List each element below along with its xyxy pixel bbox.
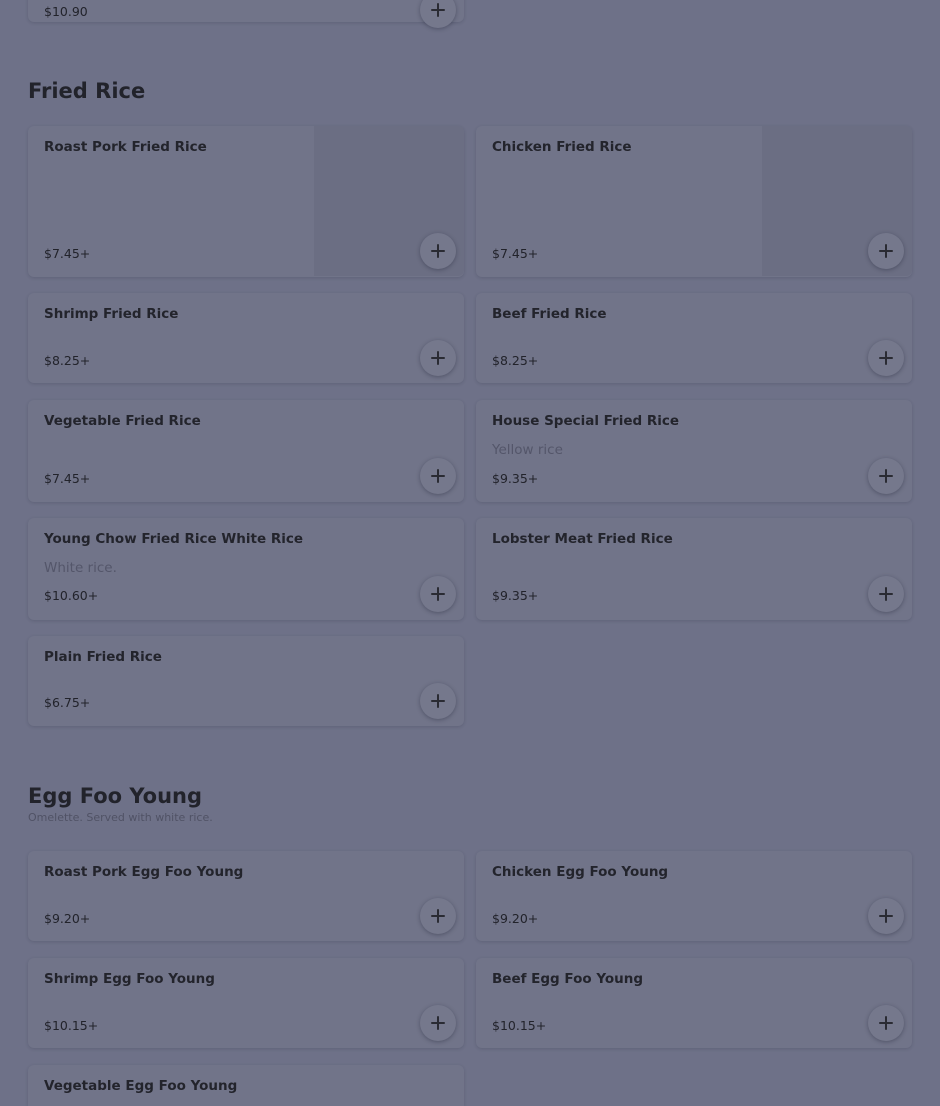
plus-icon xyxy=(879,351,893,365)
add-item-button[interactable] xyxy=(420,898,456,934)
plus-icon xyxy=(879,1016,893,1030)
item-name: Vegetable Egg Foo Young xyxy=(44,1078,238,1094)
item-name: Chicken Egg Foo Young xyxy=(492,864,669,880)
item-description: White rice. xyxy=(44,560,117,576)
item-name: Beef Egg Foo Young xyxy=(492,971,644,987)
menu-item-card[interactable]: Roast Pork Egg Foo Young $9.20+ xyxy=(28,851,464,941)
add-item-button[interactable] xyxy=(868,233,904,269)
menu-item-card[interactable]: Beef Egg Foo Young $10.15+ xyxy=(476,958,912,1048)
item-name: House Special Fried Rice xyxy=(492,413,680,429)
item-price: $7.45+ xyxy=(44,246,91,261)
menu-item-card[interactable]: Vegetable Fried Rice $7.45+ xyxy=(28,400,464,502)
menu-item-card[interactable]: Young Chow Fried Rice White Rice White r… xyxy=(28,518,464,620)
item-price: $10.90 xyxy=(44,4,88,19)
item-price: $7.45+ xyxy=(492,246,539,261)
item-name: Shrimp Fried Rice xyxy=(44,306,179,322)
item-name: Chicken Fried Rice xyxy=(492,139,632,155)
menu-item-card[interactable]: Beef Fried Rice $8.25+ xyxy=(476,293,912,383)
add-item-button[interactable] xyxy=(420,340,456,376)
add-item-button[interactable] xyxy=(420,576,456,612)
plus-icon xyxy=(431,694,445,708)
item-price: $8.25+ xyxy=(492,353,539,368)
item-price: $9.20+ xyxy=(492,911,539,926)
item-name: Plain Fried Rice xyxy=(44,649,162,665)
plus-icon xyxy=(879,469,893,483)
item-name: Roast Pork Fried Rice xyxy=(44,139,207,155)
item-name: Shrimp Egg Foo Young xyxy=(44,971,215,987)
menu-item-card[interactable]: Vegetable Egg Foo Young xyxy=(28,1065,464,1106)
plus-icon xyxy=(879,244,893,258)
item-name: Beef Fried Rice xyxy=(492,306,607,322)
add-item-button[interactable] xyxy=(868,340,904,376)
menu-item-card[interactable]: Lobster Meat Fried Rice $9.35+ xyxy=(476,518,912,620)
item-name: Roast Pork Egg Foo Young xyxy=(44,864,244,880)
item-name: Young Chow Fried Rice White Rice xyxy=(44,531,304,547)
section-description: Omelette. Served with white rice. xyxy=(28,811,213,824)
menu-item-card[interactable]: Plain Fried Rice $6.75+ xyxy=(28,636,464,726)
plus-icon xyxy=(431,587,445,601)
item-description: Yellow rice xyxy=(492,442,563,458)
section-title: Egg Foo Young xyxy=(28,784,203,808)
plus-icon xyxy=(431,909,445,923)
menu-item-card[interactable]: House Special Fried Rice Yellow rice $9.… xyxy=(476,400,912,502)
plus-icon xyxy=(879,587,893,601)
menu-item-card[interactable]: $10.90 xyxy=(28,0,464,28)
add-item-button[interactable] xyxy=(420,683,456,719)
plus-icon xyxy=(431,1016,445,1030)
item-price: $9.35+ xyxy=(492,471,539,486)
item-price: $10.60+ xyxy=(44,588,99,603)
add-item-button[interactable] xyxy=(420,1005,456,1041)
plus-icon xyxy=(879,909,893,923)
item-price: $10.15+ xyxy=(44,1018,99,1033)
item-name: Vegetable Fried Rice xyxy=(44,413,201,429)
item-price: $7.45+ xyxy=(44,471,91,486)
plus-icon xyxy=(431,3,445,17)
plus-icon xyxy=(431,351,445,365)
item-price: $10.15+ xyxy=(492,1018,547,1033)
plus-icon xyxy=(431,244,445,258)
add-item-button[interactable] xyxy=(868,1005,904,1041)
menu-item-card[interactable]: Shrimp Egg Foo Young $10.15+ xyxy=(28,958,464,1048)
section-title: Fried Rice xyxy=(28,79,146,103)
menu-item-card[interactable]: Chicken Fried Rice $7.45+ xyxy=(476,126,912,277)
add-item-button[interactable] xyxy=(868,458,904,494)
item-price: $9.35+ xyxy=(492,588,539,603)
menu-item-card[interactable]: Roast Pork Fried Rice $7.45+ xyxy=(28,126,464,277)
plus-icon xyxy=(431,469,445,483)
item-price: $9.20+ xyxy=(44,911,91,926)
menu-item-card[interactable]: Shrimp Fried Rice $8.25+ xyxy=(28,293,464,383)
item-price: $6.75+ xyxy=(44,695,91,710)
item-name: Lobster Meat Fried Rice xyxy=(492,531,673,547)
add-item-button[interactable] xyxy=(868,898,904,934)
add-item-button[interactable] xyxy=(420,458,456,494)
add-item-button[interactable] xyxy=(420,233,456,269)
menu-item-card[interactable]: Chicken Egg Foo Young $9.20+ xyxy=(476,851,912,941)
add-item-button[interactable] xyxy=(420,0,456,28)
item-price: $8.25+ xyxy=(44,353,91,368)
add-item-button[interactable] xyxy=(868,576,904,612)
